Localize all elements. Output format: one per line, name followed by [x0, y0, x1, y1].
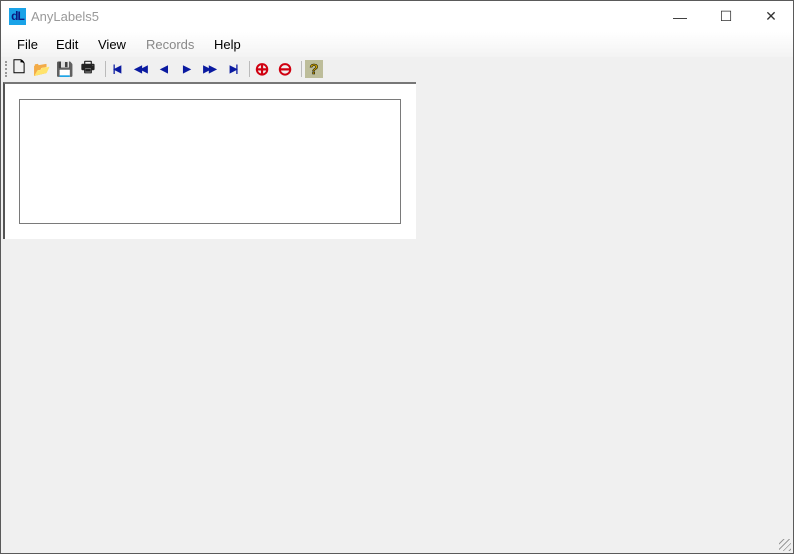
- menu-records[interactable]: Records: [146, 37, 194, 52]
- toolbar-grip[interactable]: [5, 61, 7, 77]
- menu-view[interactable]: View: [98, 37, 126, 52]
- menu-help[interactable]: Help: [214, 37, 241, 52]
- resize-grip[interactable]: [779, 539, 791, 551]
- toolbar-separator: [105, 61, 106, 77]
- title-bar: dL AnyLabels5 — ☐ ✕: [1, 1, 793, 32]
- help-icon[interactable]: ?: [305, 60, 323, 78]
- toolbar: 🗋 📂 💾 🖶 |◀ ◀◀ ◀ ▶ ▶▶ ▶| ⊕ ⊖ ?: [1, 57, 793, 82]
- window-title: AnyLabels5: [31, 9, 99, 24]
- minimize-button[interactable]: —: [657, 1, 703, 32]
- remove-record-icon[interactable]: ⊖: [276, 59, 294, 79]
- menu-edit[interactable]: Edit: [56, 37, 78, 52]
- close-button[interactable]: ✕: [748, 1, 794, 32]
- menu-file[interactable]: File: [17, 37, 38, 52]
- print-icon[interactable]: 🖶: [79, 59, 97, 78]
- app-logo-icon: dL: [9, 8, 26, 25]
- first-record-icon[interactable]: |◀: [107, 60, 125, 78]
- last-record-icon[interactable]: ▶|: [224, 60, 242, 78]
- label-design-area: [3, 82, 416, 239]
- previous-record-icon[interactable]: ◀: [154, 60, 172, 78]
- maximize-button[interactable]: ☐: [703, 1, 749, 32]
- new-file-icon[interactable]: 🗋: [10, 59, 28, 78]
- app-window: dL AnyLabels5 — ☐ ✕ File Edit View Recor…: [0, 0, 794, 554]
- save-icon[interactable]: 💾: [56, 60, 74, 78]
- add-record-icon[interactable]: ⊕: [253, 59, 271, 79]
- next-page-icon[interactable]: ▶▶: [200, 60, 218, 78]
- next-record-icon[interactable]: ▶: [177, 60, 195, 78]
- toolbar-separator: [301, 61, 302, 77]
- previous-page-icon[interactable]: ◀◀: [131, 60, 149, 78]
- menu-bar: File Edit View Records Help: [1, 32, 793, 57]
- toolbar-separator: [249, 61, 250, 77]
- label-canvas[interactable]: [19, 99, 401, 224]
- open-folder-icon[interactable]: 📂: [33, 60, 51, 78]
